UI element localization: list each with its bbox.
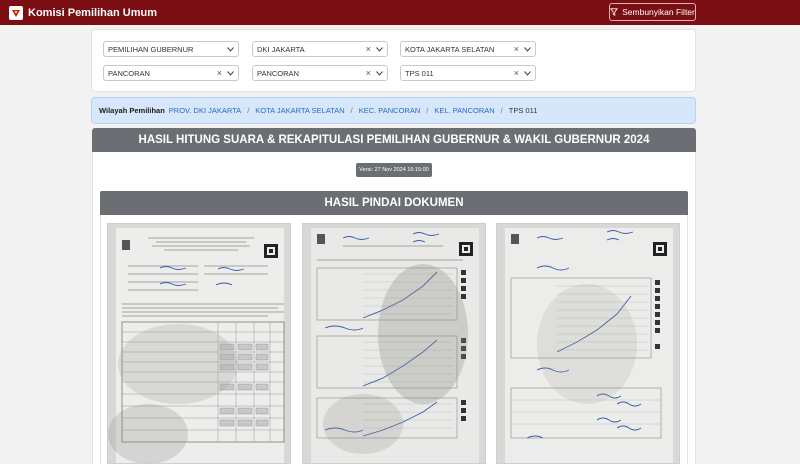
clear-icon[interactable]: × bbox=[514, 68, 519, 78]
city-select[interactable]: KOTA JAKARTA SELATAN × bbox=[400, 41, 536, 57]
village-select[interactable]: PANCORAN × bbox=[252, 65, 388, 81]
filter-panel bbox=[91, 29, 696, 92]
breadcrumb-lead: Wilayah Pemilihan bbox=[99, 106, 165, 115]
chevron-down-icon bbox=[225, 68, 235, 78]
chevron-down-icon bbox=[522, 68, 532, 78]
breadcrumb-separator: / bbox=[500, 106, 503, 115]
chevron-down-icon bbox=[225, 44, 235, 54]
clear-icon[interactable]: × bbox=[514, 44, 519, 54]
district-value: PANCORAN bbox=[108, 68, 150, 78]
breadcrumb-separator: / bbox=[247, 106, 250, 115]
breadcrumb-separator: / bbox=[426, 106, 429, 115]
hide-filter-label: Sembunyikan Filter bbox=[622, 7, 695, 17]
scan-document-2[interactable] bbox=[302, 223, 486, 464]
city-value: KOTA JAKARTA SELATAN bbox=[405, 44, 495, 54]
clear-icon[interactable]: × bbox=[366, 68, 371, 78]
clear-icon[interactable]: × bbox=[366, 44, 371, 54]
filter-icon bbox=[610, 8, 619, 16]
breadcrumb-link-village[interactable]: KEL. PANCORAN bbox=[434, 106, 494, 115]
election-type-select[interactable]: PEMILIHAN GUBERNUR bbox=[103, 41, 239, 57]
village-value: PANCORAN bbox=[257, 68, 299, 78]
breadcrumb-separator: / bbox=[350, 106, 353, 115]
breadcrumb-link-district[interactable]: KEC. PANCORAN bbox=[359, 106, 421, 115]
province-select[interactable]: DKI JAKARTA × bbox=[252, 41, 388, 57]
kpu-logo-icon[interactable] bbox=[9, 5, 23, 20]
results-title: HASIL HITUNG SUARA & REKAPITULASI PEMILI… bbox=[92, 128, 696, 152]
election-type-value: PEMILIHAN GUBERNUR bbox=[108, 44, 194, 54]
top-navbar: Komisi Pemilihan Umum Sembunyikan Filter bbox=[0, 0, 800, 25]
chevron-down-icon bbox=[522, 44, 532, 54]
version-badge: Versi: 27 Nov 2024 16:15:00 bbox=[356, 163, 432, 177]
breadcrumb-current: TPS 011 bbox=[508, 106, 538, 115]
scan-section-title: HASIL PINDAI DOKUMEN bbox=[100, 191, 688, 215]
tps-select[interactable]: TPS 011 × bbox=[400, 65, 536, 81]
breadcrumb: Wilayah Pemilihan PROV. DKI JAKARTA / KO… bbox=[91, 97, 696, 124]
province-value: DKI JAKARTA bbox=[257, 44, 305, 54]
breadcrumb-link-province[interactable]: PROV. DKI JAKARTA bbox=[169, 106, 241, 115]
tps-value: TPS 011 bbox=[405, 68, 434, 78]
scan-document-3[interactable] bbox=[496, 223, 680, 464]
hide-filter-button[interactable]: Sembunyikan Filter bbox=[609, 3, 696, 21]
scan-document-1[interactable] bbox=[107, 223, 291, 464]
brand-name[interactable]: Komisi Pemilihan Umum bbox=[28, 7, 157, 19]
breadcrumb-link-city[interactable]: KOTA JAKARTA SELATAN bbox=[255, 106, 344, 115]
chevron-down-icon bbox=[374, 44, 384, 54]
chevron-down-icon bbox=[374, 68, 384, 78]
clear-icon[interactable]: × bbox=[217, 68, 222, 78]
district-select[interactable]: PANCORAN × bbox=[103, 65, 239, 81]
